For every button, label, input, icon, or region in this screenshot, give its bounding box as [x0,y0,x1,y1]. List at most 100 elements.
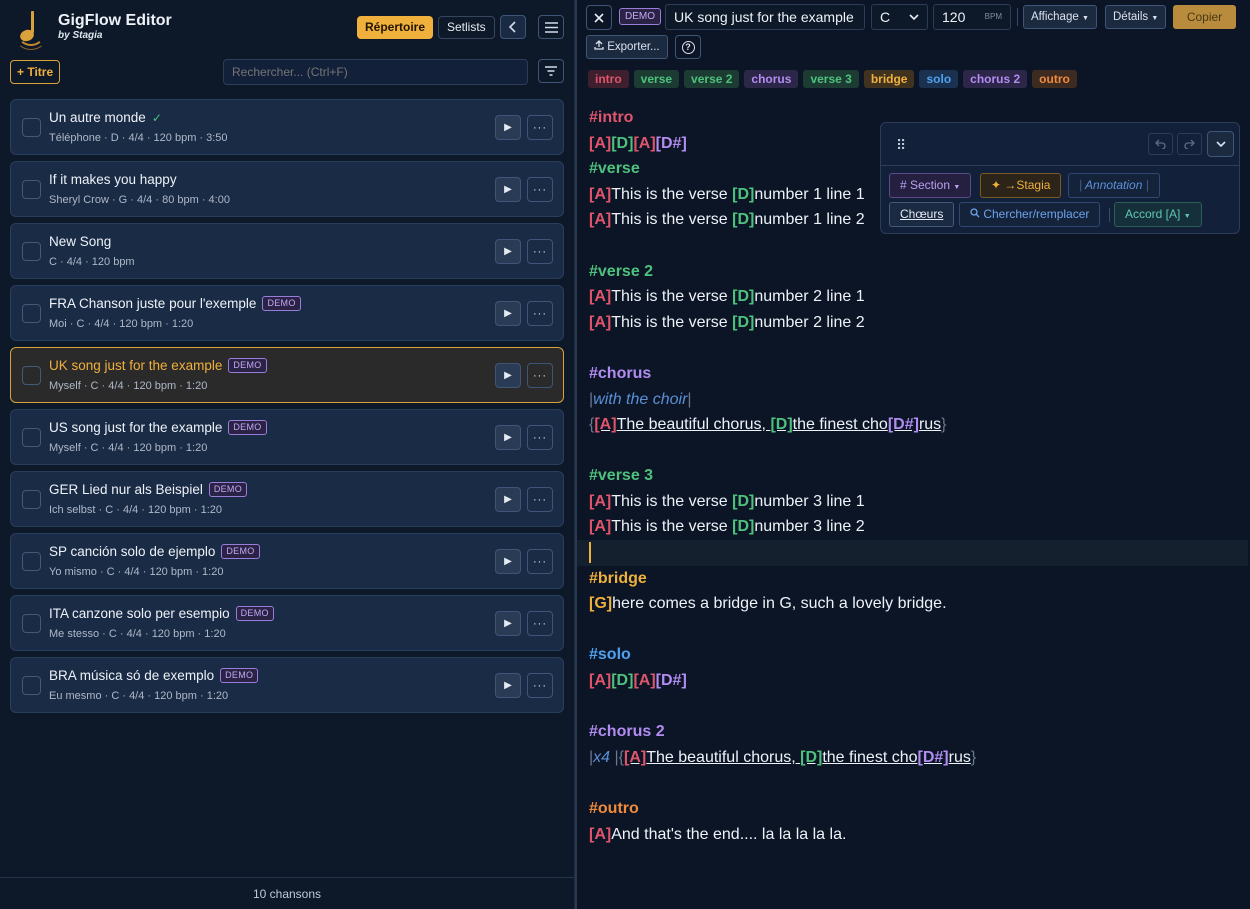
choeurs-button[interactable]: Chœurs [889,202,955,227]
select-checkbox[interactable] [22,180,41,199]
section-heading: #intro [589,109,634,126]
help-icon: ? [681,40,695,54]
song-title-input[interactable]: UK song just for the example [665,4,865,30]
search-replace-button[interactable]: Chercher/remplacer [959,202,1101,227]
play-icon: ▶ [504,246,512,257]
section-tag[interactable]: bridge [863,70,915,88]
bpm-input[interactable]: 120 BPM [933,4,1011,30]
chevron-left-icon [508,21,516,33]
song-title-row: GER Lied nur als Beispiel DEMO [49,482,248,497]
add-title-button[interactable]: + Titre [10,60,61,84]
key-select[interactable]: C [871,4,928,30]
more-options-button[interactable]: ··· [527,239,553,264]
annotation: x4 [593,749,611,766]
search-input[interactable] [223,59,528,85]
repertoire-tab[interactable]: Répertoire [357,16,434,39]
select-checkbox[interactable] [22,304,41,323]
setlists-tab[interactable]: Setlists [438,16,495,39]
more-options-button[interactable]: ··· [527,301,553,326]
redo-button[interactable] [1177,133,1202,155]
song-item[interactable]: SP canción solo de ejemplo DEMO Yo mismo ·… [10,533,564,589]
details-dropdown[interactable]: Détails ▼ [1105,5,1167,29]
section-tag[interactable]: verse 2 [684,70,740,88]
play-icon: ▶ [504,308,512,319]
collapse-toolbar-button[interactable] [1207,131,1234,157]
section-tag[interactable]: chorus [744,70,799,88]
affichage-dropdown[interactable]: Affichage ▼ [1023,5,1097,29]
section-tag[interactable]: outro [1032,70,1077,88]
copy-button[interactable]: Copier [1173,5,1236,29]
chord: [D#] [655,135,687,152]
select-checkbox[interactable] [22,614,41,633]
song-item[interactable]: GER Lied nur als Beispiel DEMO Ich selbst … [10,471,564,527]
song-item[interactable]: ITA canzone solo per esempio DEMO Me stess… [10,595,564,651]
chord: [A] [589,826,612,843]
more-options-button[interactable]: ··· [527,425,553,450]
menu-button[interactable] [538,15,564,39]
select-checkbox[interactable] [22,366,41,385]
annotation-label: Annotation [1085,178,1143,192]
play-button[interactable]: ▶ [495,425,521,450]
select-checkbox[interactable] [22,676,41,695]
play-button[interactable]: ▶ [495,549,521,574]
song-item[interactable]: US song just for the example DEMO Myself ·… [10,409,564,465]
section-tag[interactable]: solo [919,70,959,88]
chord-dropdown[interactable]: Accord [A] ▼ [1114,202,1202,227]
more-options-button[interactable]: ··· [527,611,553,636]
filter-button[interactable] [538,59,564,83]
song-item[interactable]: Un autre monde ✓ Téléphone · D · 4/4 · 120… [10,99,564,155]
song-title: If it makes you happy [49,172,177,187]
play-button[interactable]: ▶ [495,363,521,388]
play-button[interactable]: ▶ [495,115,521,140]
more-options-button[interactable]: ··· [527,115,553,140]
play-button[interactable]: ▶ [495,487,521,512]
select-checkbox[interactable] [22,118,41,137]
close-editor-button[interactable] [586,5,612,30]
more-options-button[interactable]: ··· [527,549,553,574]
more-options-button[interactable]: ··· [527,673,553,698]
collapse-panel-button[interactable] [500,15,526,39]
chord: [A] [589,288,612,305]
song-meta: C · 4/4 · 120 bpm [49,256,135,268]
lyric: number 3 line 2 [754,518,865,535]
undo-button[interactable] [1148,133,1173,155]
select-checkbox[interactable] [22,552,41,571]
help-button[interactable]: ? [675,35,701,59]
affichage-label: Affichage [1031,11,1079,23]
play-button[interactable]: ▶ [495,301,521,326]
section-tag[interactable]: intro [588,70,629,88]
section-tag[interactable]: verse [633,70,680,88]
song-item[interactable]: UK song just for the example DEMO Myself ·… [10,347,564,403]
section-tag[interactable]: verse 3 [803,70,859,88]
song-item[interactable]: FRA Chanson juste pour l'exemple DEMO Moi … [10,285,564,341]
section-dropdown[interactable]: # Section ▼ [889,173,972,198]
play-button[interactable]: ▶ [495,239,521,264]
play-button[interactable]: ▶ [495,611,521,636]
more-options-button[interactable]: ··· [527,487,553,512]
select-checkbox[interactable] [22,490,41,509]
demo-badge: DEMO [220,668,259,683]
song-item[interactable]: If it makes you happy Sheryl Crow · G · 4… [10,161,564,217]
annotation-button[interactable]: | Annotation | [1068,173,1160,198]
song-item[interactable]: New Song C · 4/4 · 120 bpm ▶ ··· [10,223,564,279]
export-button[interactable]: Exporter... [586,35,668,59]
select-checkbox[interactable] [22,428,41,447]
section-tag[interactable]: chorus 2 [963,70,1028,88]
key-value: C [880,9,891,25]
editor-line: [A]This is the verse [D]number 3 line 2 [589,514,865,539]
more-options-button[interactable]: ··· [527,363,553,388]
demo-badge: DEMO [208,482,248,497]
song-meta: Ich selbst · C · 4/4 · 120 bpm · 1:20 [49,504,223,516]
play-icon: ▶ [504,432,512,443]
song-meta: Myself · C · 4/4 · 120 bpm · 1:20 [49,380,208,392]
stagia-button[interactable]: ✦ →Stagia [980,173,1062,198]
select-checkbox[interactable] [22,242,41,261]
lyric: number 1 line 2 [754,211,865,228]
more-options-button[interactable]: ··· [527,177,553,202]
play-button[interactable]: ▶ [495,177,521,202]
play-button[interactable]: ▶ [495,673,521,698]
chord: [D] [732,186,755,203]
ellipsis-icon: ··· [533,555,547,568]
song-item[interactable]: BRA música só de exemplo DEMO Eu mesmo · C… [10,657,564,713]
drag-handle-icon[interactable]: ⠿ [896,137,906,154]
